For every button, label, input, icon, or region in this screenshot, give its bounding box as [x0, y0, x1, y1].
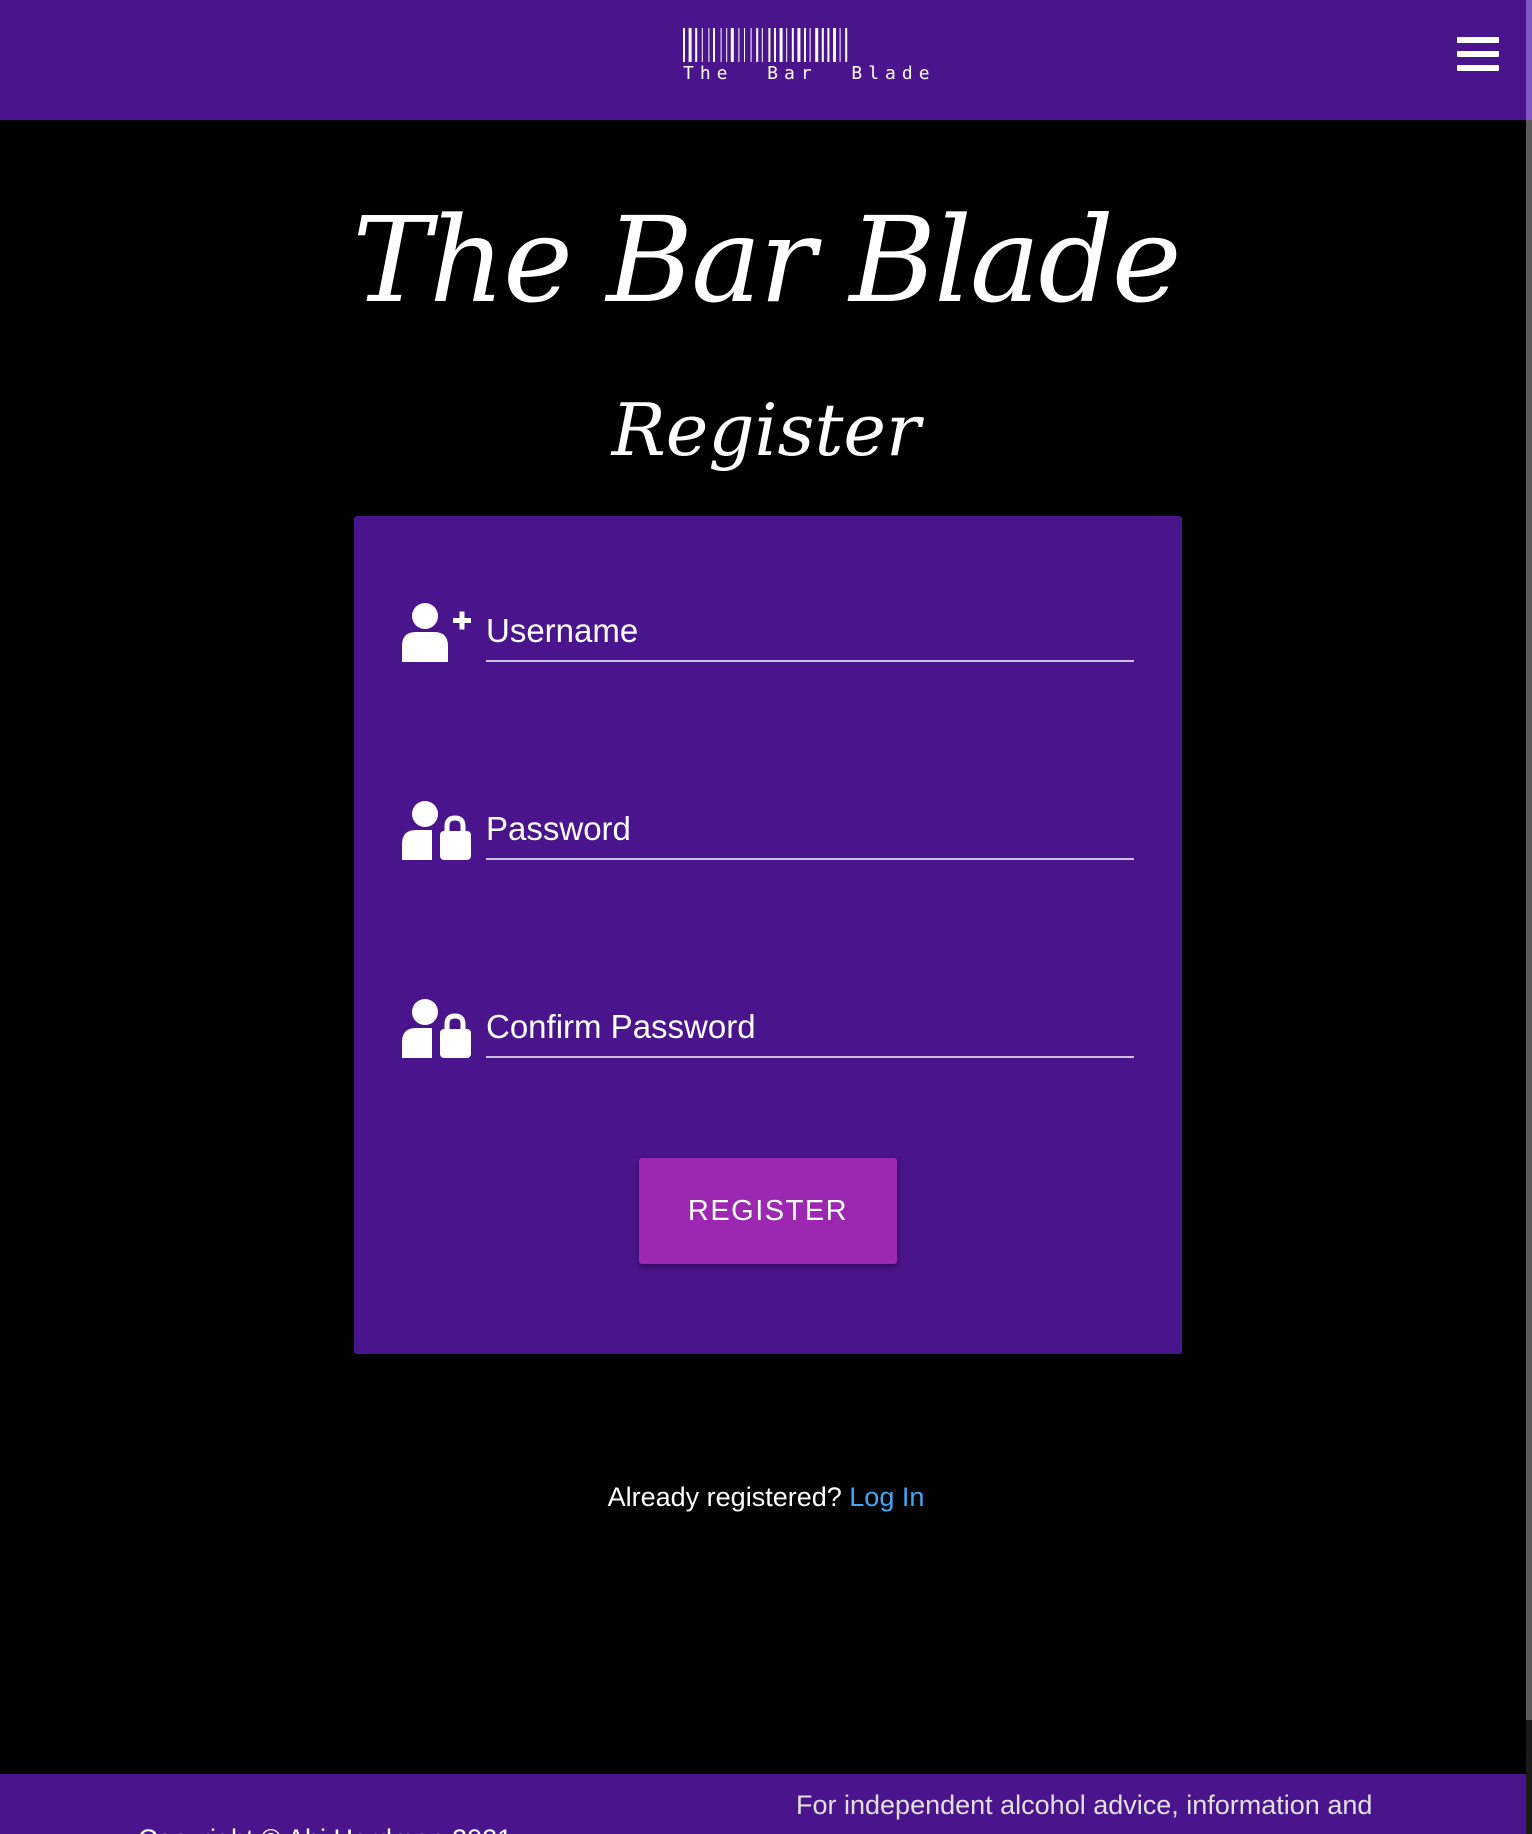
- user-lock-icon: [400, 998, 472, 1058]
- logo-text: The Bar Blade: [683, 63, 936, 84]
- page-footer: Copyright © Abi Hardman 2021 For indepen…: [0, 1774, 1526, 1834]
- footer-advice-text: For independent alcohol advice, informat…: [796, 1790, 1373, 1820]
- login-prompt: Already registered? Log In: [0, 1477, 1532, 1517]
- site-logo[interactable]: The Bar Blade: [683, 28, 936, 84]
- login-prompt-text: Already registered?: [607, 1482, 842, 1512]
- username-input[interactable]: [486, 602, 1134, 662]
- page-heading: Register: [611, 388, 921, 472]
- register-form: REGISTER: [354, 516, 1182, 1354]
- password-field-row: [400, 800, 1136, 880]
- user-lock-icon: [400, 800, 472, 860]
- top-nav-bar: The Bar Blade: [0, 0, 1526, 120]
- password-input[interactable]: [486, 800, 1134, 860]
- confirm-password-input[interactable]: [486, 998, 1134, 1058]
- scrollbar-track-top: [1526, 0, 1532, 120]
- confirm-password-field-row: [400, 998, 1136, 1078]
- login-link[interactable]: Log In: [849, 1482, 924, 1512]
- hamburger-menu-icon[interactable]: [1453, 34, 1501, 78]
- copyright-text: Copyright © Abi Hardman 2021: [138, 1822, 512, 1834]
- user-plus-icon: [400, 602, 472, 662]
- site-title: The Bar Blade: [352, 191, 1181, 329]
- username-field-row: [400, 602, 1136, 682]
- barcode-icon: [683, 28, 848, 62]
- register-button[interactable]: REGISTER: [639, 1158, 897, 1264]
